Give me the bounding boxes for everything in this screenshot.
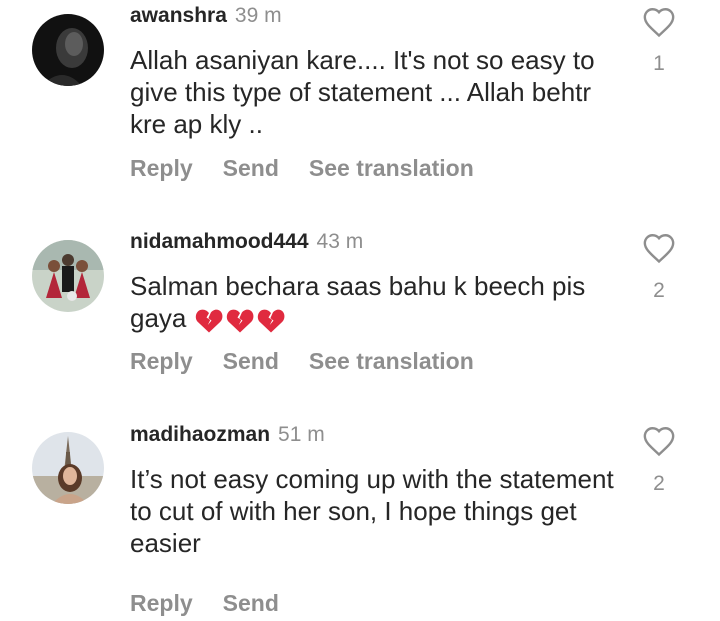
send-button[interactable]: Send (223, 155, 279, 181)
like-heart-icon[interactable] (642, 6, 676, 38)
avatar-image (32, 14, 104, 86)
avatar[interactable] (32, 240, 104, 312)
send-button[interactable]: Send (223, 590, 279, 616)
comment-text: Allah asaniyan kare.... It's not so easy… (130, 45, 595, 139)
comment-timestamp: 43 m (316, 230, 364, 253)
reply-button[interactable]: Reply (130, 590, 193, 616)
avatar-image (32, 240, 104, 312)
broken-heart-icon (195, 309, 223, 333)
comment-text-block: Salman bechara saas bahu k beech pis gay… (130, 270, 630, 334)
send-button[interactable]: Send (223, 348, 279, 374)
reply-button[interactable]: Reply (130, 155, 193, 181)
see-translation-button[interactable]: See translation (309, 348, 474, 374)
broken-heart-icon (257, 309, 285, 333)
avatar[interactable] (32, 432, 104, 504)
reply-button[interactable]: Reply (130, 348, 193, 374)
avatar[interactable] (32, 14, 104, 86)
broken-heart-icon (226, 309, 254, 333)
like-count: 1 (653, 52, 665, 75)
avatar-image (32, 432, 104, 504)
comment-timestamp: 51 m (278, 423, 325, 446)
like-count: 2 (653, 472, 665, 495)
like-heart-icon[interactable] (642, 425, 676, 457)
comment-text: It’s not easy coming up with the stateme… (130, 464, 614, 558)
comment-username[interactable]: madihaozman (130, 423, 270, 446)
comment-username[interactable]: awanshra (130, 4, 227, 27)
see-translation-button[interactable]: See translation (309, 155, 474, 181)
like-count: 2 (653, 279, 665, 302)
like-heart-icon[interactable] (642, 232, 676, 264)
comment-username[interactable]: nidamahmood444 (130, 230, 309, 253)
broken-heart-emoji-group (194, 303, 287, 333)
comment-timestamp: 39 m (234, 4, 282, 27)
